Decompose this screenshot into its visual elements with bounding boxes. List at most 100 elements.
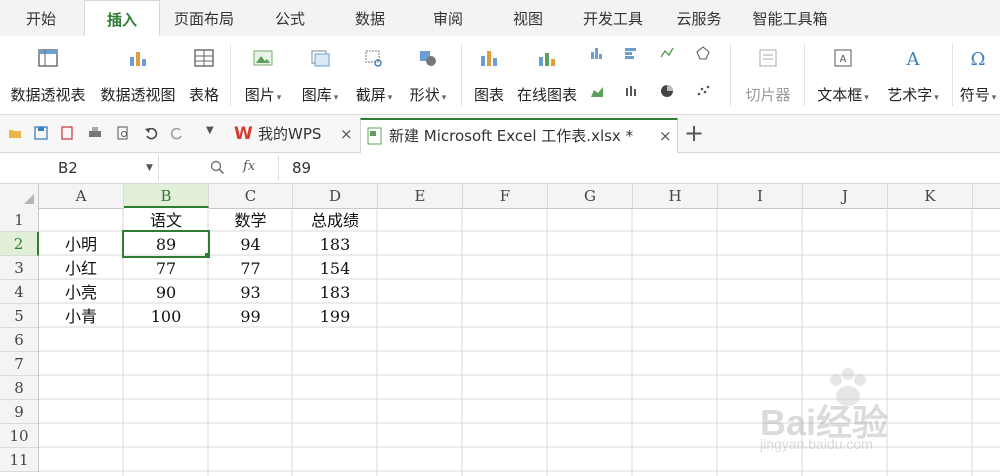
row-header-2[interactable]: 2 xyxy=(0,232,39,256)
cell-c1[interactable]: 数学 xyxy=(209,208,292,231)
cell-c4[interactable]: 93 xyxy=(209,280,292,303)
cell-d2[interactable]: 183 xyxy=(293,232,377,255)
gallery-button[interactable]: 图库 ▾ xyxy=(295,44,345,108)
column-header-c[interactable]: C xyxy=(209,184,293,209)
tab-cloud[interactable]: 云服务 xyxy=(664,0,734,36)
scatter-chart-icon[interactable] xyxy=(696,84,710,98)
column-header-h[interactable]: H xyxy=(633,184,718,209)
column-header-a[interactable]: A xyxy=(39,184,124,209)
pivot-table-button[interactable]: 数据透视表 xyxy=(6,44,90,108)
formula-divider xyxy=(278,156,279,180)
tab-review[interactable]: 审阅 xyxy=(420,0,476,36)
close-icon[interactable]: × xyxy=(340,118,353,151)
column-header-d[interactable]: D xyxy=(293,184,378,209)
column-chart-icon[interactable] xyxy=(590,46,604,60)
screenshot-label: 截屏 ▾ xyxy=(355,86,393,104)
column-header-e[interactable]: E xyxy=(378,184,463,209)
chevron-down-icon[interactable]: ▼ xyxy=(146,155,153,181)
tab-developer[interactable]: 开发工具 xyxy=(572,0,654,36)
pivot-chart-icon xyxy=(130,52,146,66)
name-box[interactable]: B2 ▼ xyxy=(0,155,159,181)
slicer-button[interactable]: 切片器 xyxy=(738,44,798,108)
row-header-11[interactable]: 11 xyxy=(0,448,39,472)
table-button[interactable]: 表格 xyxy=(184,44,224,108)
cell-a2[interactable]: 小明 xyxy=(39,232,123,255)
picture-button[interactable]: 图片 ▾ xyxy=(238,44,288,108)
stock-chart-icon[interactable] xyxy=(624,84,638,98)
quick-access-bar: ▼ W 我的WPS × 新建 Microsoft Excel 工作表.xlsx … xyxy=(0,115,1000,153)
omega-icon: Ω xyxy=(971,49,986,70)
workbook-tab[interactable]: 新建 Microsoft Excel 工作表.xlsx * × xyxy=(360,118,678,153)
pie-chart-icon[interactable] xyxy=(660,84,674,98)
wordart-button[interactable]: A 艺术字 ▾ xyxy=(882,44,944,108)
column-header-k[interactable]: K xyxy=(888,184,973,209)
cell-d3[interactable]: 154 xyxy=(293,256,377,279)
cell-b3[interactable]: 77 xyxy=(124,256,208,279)
pivot-chart-button[interactable]: 数据透视图 xyxy=(97,44,179,108)
area-chart-icon[interactable] xyxy=(590,84,604,98)
picture-icon xyxy=(253,50,273,66)
chart-button[interactable]: 图表 xyxy=(468,44,510,108)
open-folder-icon[interactable] xyxy=(8,126,22,140)
textbox-button[interactable]: A 文本框 ▾ xyxy=(812,44,874,108)
table-label: 表格 xyxy=(188,86,219,104)
save-icon[interactable] xyxy=(34,126,48,140)
tab-insert[interactable]: 插入 xyxy=(84,0,160,38)
row-header-6[interactable]: 6 xyxy=(0,328,39,352)
redo-icon[interactable] xyxy=(170,126,184,140)
online-chart-button[interactable]: 在线图表 xyxy=(515,44,579,108)
tab-formulas[interactable]: 公式 xyxy=(262,0,318,36)
tab-page-layout[interactable]: 页面布局 xyxy=(164,0,244,36)
line-chart-icon[interactable] xyxy=(660,46,674,60)
tab-data[interactable]: 数据 xyxy=(342,0,398,36)
cell-b4[interactable]: 90 xyxy=(124,280,208,303)
close-icon[interactable]: × xyxy=(659,120,672,153)
screenshot-button[interactable]: 截屏 ▾ xyxy=(349,44,399,108)
customize-dropdown-icon[interactable]: ▼ xyxy=(206,125,214,136)
tab-view[interactable]: 视图 xyxy=(500,0,556,36)
row-header-3[interactable]: 3 xyxy=(0,256,39,280)
cell-a4[interactable]: 小亮 xyxy=(39,280,123,303)
cell-a5[interactable]: 小青 xyxy=(39,304,123,327)
cell-c2[interactable]: 94 xyxy=(209,232,292,255)
column-header-i[interactable]: I xyxy=(718,184,803,209)
export-pdf-icon[interactable] xyxy=(60,126,74,140)
row-header-10[interactable]: 10 xyxy=(0,424,39,448)
tab-smart-toolbox[interactable]: 智能工具箱 xyxy=(742,0,838,36)
cell-b1[interactable]: 语文 xyxy=(124,208,208,231)
cell-c5[interactable]: 99 xyxy=(209,304,292,327)
cell-c3[interactable]: 77 xyxy=(209,256,292,279)
cell-a3[interactable]: 小红 xyxy=(39,256,123,279)
symbol-button[interactable]: Ω 符号 ▾ xyxy=(956,44,1000,108)
ribbon-separator xyxy=(804,44,805,106)
row-header-7[interactable]: 7 xyxy=(0,352,39,376)
print-icon[interactable] xyxy=(88,126,102,140)
cell-d1[interactable]: 总成绩 xyxy=(293,208,377,231)
slicer-label: 切片器 xyxy=(745,86,791,104)
cell-d4[interactable]: 183 xyxy=(293,280,377,303)
bar-chart-icon[interactable] xyxy=(624,46,638,60)
row-header-8[interactable]: 8 xyxy=(0,376,39,400)
radar-chart-icon[interactable] xyxy=(696,46,710,60)
undo-icon[interactable] xyxy=(144,126,158,140)
column-header-g[interactable]: G xyxy=(548,184,633,209)
select-all-corner[interactable] xyxy=(0,184,39,209)
zoom-search-icon[interactable] xyxy=(210,160,225,175)
wps-home-tab[interactable]: W 我的WPS × xyxy=(230,118,356,151)
row-header-4[interactable]: 4 xyxy=(0,280,39,304)
row-header-5[interactable]: 5 xyxy=(0,304,39,328)
cell-d5[interactable]: 199 xyxy=(293,304,377,327)
new-tab-plus-icon[interactable]: + xyxy=(684,119,704,147)
formula-input[interactable]: 89 xyxy=(292,153,311,183)
column-header-j[interactable]: J xyxy=(803,184,888,209)
tab-home[interactable]: 开始 xyxy=(10,0,72,36)
print-preview-icon[interactable] xyxy=(116,126,130,140)
row-header-1[interactable]: 1 xyxy=(0,208,39,232)
column-header-f[interactable]: F xyxy=(463,184,548,209)
function-icon[interactable]: fx xyxy=(243,159,255,174)
column-header-b[interactable]: B xyxy=(124,184,209,208)
cell-b2-selected[interactable]: 89 xyxy=(122,230,210,258)
cell-b5[interactable]: 100 xyxy=(124,304,208,327)
shapes-button[interactable]: 形状 ▾ xyxy=(403,44,453,108)
row-header-9[interactable]: 9 xyxy=(0,400,39,424)
